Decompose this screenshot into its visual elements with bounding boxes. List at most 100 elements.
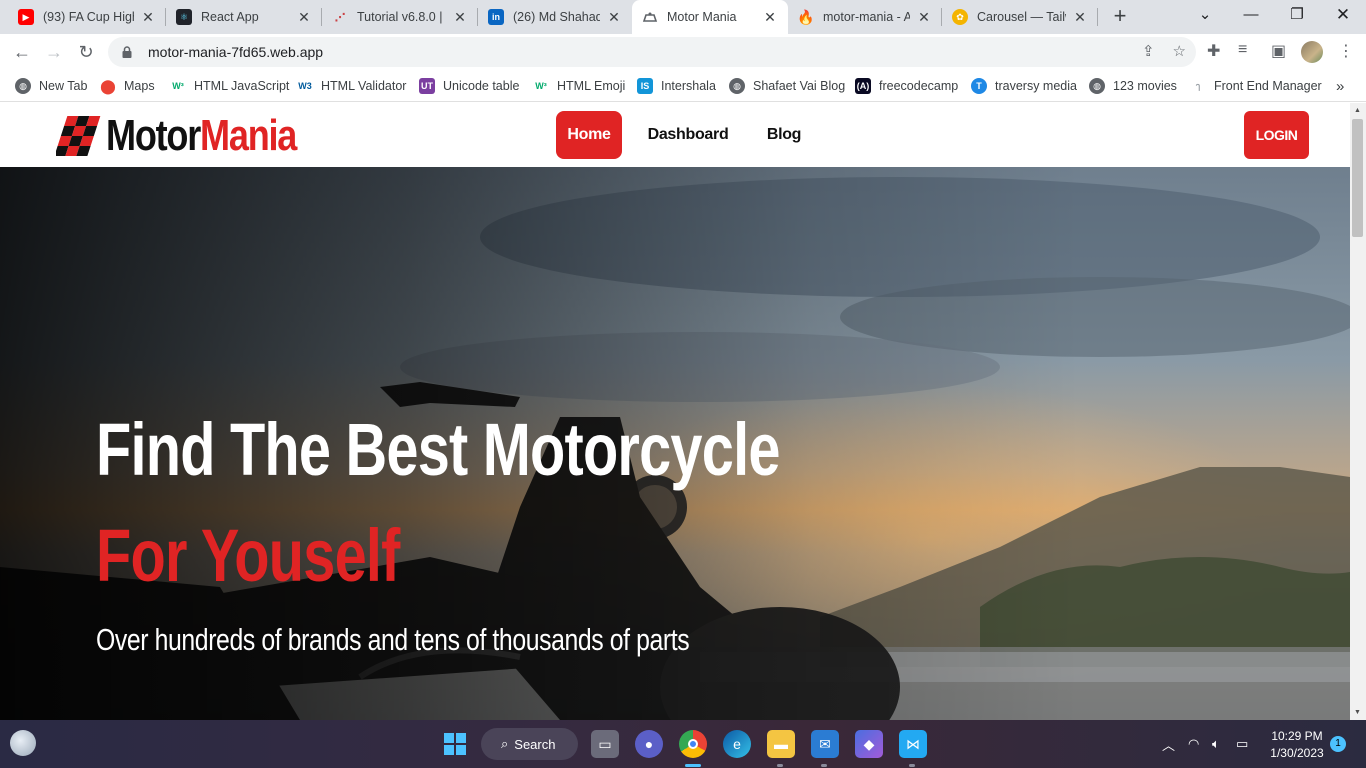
bookmark-123-movies[interactable]: ◍ 123 movies xyxy=(1089,76,1177,96)
start-button[interactable] xyxy=(441,730,469,758)
clock-time: 10:29 PM xyxy=(1271,729,1323,743)
teams-chat-icon[interactable]: ● xyxy=(635,730,663,758)
reading-list-icon[interactable]: ≡ xyxy=(1238,41,1247,59)
edge-icon[interactable]: e xyxy=(723,730,751,758)
forward-arrow-icon[interactable]: → xyxy=(42,40,66,64)
bookmark-front-end-manager[interactable]: ๅ Front End Manager xyxy=(1190,76,1322,96)
restore-button[interactable]: ❐ xyxy=(1274,0,1320,30)
battery-icon[interactable]: ▭ xyxy=(1236,720,1248,768)
bookmark-label: 123 movies xyxy=(1113,79,1177,93)
mail-icon[interactable]: ✉ xyxy=(811,730,839,758)
tab-firebase[interactable]: 🔥 motor-mania - A ✕ xyxy=(788,0,942,34)
bookmark-html-validator[interactable]: W3 HTML Validator xyxy=(297,76,406,96)
close-icon[interactable]: ✕ xyxy=(452,9,468,26)
copilot-icon[interactable]: ◆ xyxy=(855,730,883,758)
bookmark-shafaet-vai-blog[interactable]: ◍ Shafaet Vai Blog xyxy=(729,76,845,96)
scroll-down-icon[interactable]: ▼ xyxy=(1354,709,1361,716)
taskbar-search[interactable]: ⌕ Search xyxy=(481,728,578,760)
login-button[interactable]: LOGIN xyxy=(1244,111,1309,159)
system-clock[interactable]: 10:29 PM 1/30/2023 xyxy=(1262,728,1332,762)
bookmark-star-icon[interactable]: ☆ xyxy=(1173,42,1186,60)
wifi-icon[interactable]: ◠ xyxy=(1188,720,1199,768)
chrome-icon[interactable] xyxy=(679,730,707,758)
tab-search-chevron-icon[interactable]: ⌄ xyxy=(1182,0,1228,30)
bookmark-html-emoji[interactable]: W³ HTML Emoji xyxy=(533,76,625,96)
close-icon[interactable]: ✕ xyxy=(1072,9,1088,26)
react-router-icon: ⋰ xyxy=(334,11,346,24)
bookmark-label: Shafaet Vai Blog xyxy=(753,79,846,93)
nav-home[interactable]: Home xyxy=(556,111,622,159)
tab-title: Tutorial v6.8.0 | R xyxy=(357,10,446,24)
menu-kebab-icon[interactable]: ⋮ xyxy=(1338,41,1354,61)
share-icon[interactable]: ⇪ xyxy=(1142,42,1155,60)
close-icon[interactable]: ✕ xyxy=(606,9,622,26)
site-logo[interactable]: MotorMania xyxy=(56,111,338,161)
bookmark-traversy-media[interactable]: Ttraversy media xyxy=(971,76,1077,96)
app-indicator xyxy=(821,764,827,767)
tab-linkedin[interactable]: in (26) Md Shahada ✕ xyxy=(478,0,632,34)
address-bar[interactable]: motor-mania-7fd65.web.app ⇪ ☆ xyxy=(108,37,1196,67)
clock-date: 1/30/2023 xyxy=(1270,746,1324,760)
tab-react-app[interactable]: ⚛ React App ✕ xyxy=(166,0,322,34)
bookmark-maps[interactable]: ⬤ Maps xyxy=(100,76,155,96)
bookmark-html-javascript[interactable]: W³ HTML JavaScript xyxy=(170,76,289,96)
logo-text: MotorMania xyxy=(106,111,297,161)
vscode-icon[interactable]: ⋈ xyxy=(899,730,927,758)
tab-react-router[interactable]: ⋰ Tutorial v6.8.0 | R ✕ xyxy=(322,0,478,34)
globe-icon: ◍ xyxy=(729,78,745,94)
extensions-icon[interactable]: ✚ xyxy=(1207,41,1220,61)
traversy-icon: T xyxy=(971,78,987,94)
tab-title: Motor Mania xyxy=(667,10,737,24)
back-arrow-icon[interactable]: ← xyxy=(10,40,34,64)
url-text[interactable]: motor-mania-7fd65.web.app xyxy=(148,44,323,60)
minimize-button[interactable]: — xyxy=(1228,0,1274,30)
notification-badge[interactable]: 1 xyxy=(1330,736,1346,752)
scroll-up-icon[interactable]: ▲ xyxy=(1354,107,1361,114)
side-panel-icon[interactable]: ▣ xyxy=(1271,41,1286,61)
hero-title-line2: For Youself xyxy=(96,514,400,597)
tab-title: React App xyxy=(201,10,259,24)
page-viewport: MotorMania Home Dashboard Blog LOGIN Fin… xyxy=(0,103,1350,720)
search-label: Search xyxy=(514,736,556,752)
close-icon[interactable]: ✕ xyxy=(140,9,156,26)
bookmark-label: Front End Manager xyxy=(1214,79,1322,93)
hero-title-line1: Find The Best Motorcycle xyxy=(96,408,780,491)
bookmark-intershala[interactable]: IS Intershala xyxy=(637,76,716,96)
internshala-icon: IS xyxy=(637,78,653,94)
lock-icon[interactable] xyxy=(120,46,134,58)
nav-blog[interactable]: Blog xyxy=(760,111,808,159)
new-tab-button[interactable]: + xyxy=(1108,4,1132,28)
close-icon[interactable]: ✕ xyxy=(762,9,778,26)
tab-title: (93) FA Cup Highl xyxy=(43,10,134,24)
close-icon[interactable]: ✕ xyxy=(916,9,932,26)
weather-widget-icon[interactable] xyxy=(10,730,36,756)
checkered-flag-icon xyxy=(56,116,101,156)
flower-icon: ✿ xyxy=(952,9,968,25)
bookmark-unicode-table[interactable]: UT Unicode table xyxy=(419,76,519,96)
reload-icon[interactable]: ↻ xyxy=(74,40,98,64)
bookmark-freecodecamp[interactable]: (A) freecodecamp xyxy=(855,76,958,96)
task-view-icon[interactable]: ▭ xyxy=(591,730,619,758)
bookmark-label: Maps xyxy=(124,79,155,93)
close-window-button[interactable]: ✕ xyxy=(1320,0,1366,30)
close-icon[interactable]: ✕ xyxy=(296,9,312,26)
tray-overflow-chevron-icon[interactable]: ︿ xyxy=(1162,720,1175,768)
firebase-icon: 🔥 xyxy=(797,8,815,25)
tab-carousel[interactable]: ✿ Carousel — Tailw ✕ xyxy=(942,0,1098,34)
tab-motor-mania[interactable]: Motor Mania ✕ xyxy=(632,0,788,34)
file-explorer-icon[interactable]: ▬ xyxy=(767,730,795,758)
maps-icon: ⬤ xyxy=(100,77,116,94)
volume-icon[interactable]: 🔈︎ xyxy=(1212,720,1220,768)
bookmarks-bar: ◍ New Tab ⬤ Maps W³ HTML JavaScript W3 HTML … xyxy=(0,70,1366,102)
logo-text-motor: Motor xyxy=(106,111,201,160)
linkedin-icon: in xyxy=(488,9,504,25)
bookmark-new-tab[interactable]: ◍ New Tab xyxy=(15,76,87,96)
more-bookmarks-chevron-icon[interactable]: » xyxy=(1336,76,1344,96)
unicode-table-icon: UT xyxy=(419,78,435,94)
tab-youtube[interactable]: ▶ (93) FA Cup Highl ✕ xyxy=(8,0,166,34)
scrollbar-thumb[interactable] xyxy=(1352,119,1363,237)
bookmark-label: HTML Emoji xyxy=(557,79,626,93)
profile-avatar[interactable] xyxy=(1301,41,1323,63)
nav-dashboard[interactable]: Dashboard xyxy=(648,111,729,159)
page-scrollbar[interactable]: ▲ ▼ xyxy=(1350,103,1366,720)
